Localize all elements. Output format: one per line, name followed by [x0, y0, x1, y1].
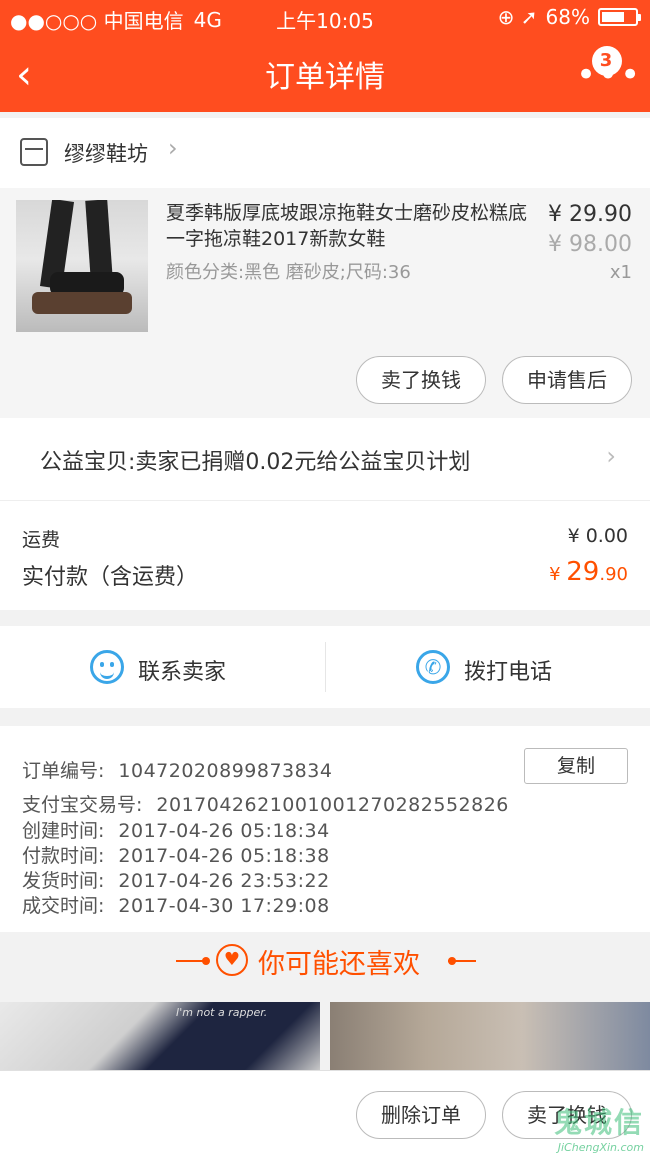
order-number-value: 1047202089987383​4 — [118, 760, 333, 782]
shirt-text: I'm not a rapper. — [176, 1006, 268, 1019]
paid-integer: 29 — [566, 557, 600, 587]
after-sale-button[interactable]: 申请售后 — [502, 356, 632, 404]
paid-currency: ¥ — [549, 564, 567, 585]
contact-seller-button[interactable]: 联系卖家 — [0, 626, 325, 708]
paid-decimal: .90 — [599, 564, 628, 585]
product-original-price: ¥ 98.00 — [548, 232, 632, 257]
contact-bar: 联系卖家 ✆ 拨打电话 — [0, 626, 650, 708]
order-number-row: 订单编号: 1047202089987383​4 — [22, 756, 332, 783]
more-menu-icon[interactable]: ••• 3 — [576, 46, 640, 100]
product-sku: 颜色分类:黑色 磨砂皮;尺码:36 — [166, 262, 411, 283]
shop-header[interactable]: 缪缪鞋坊 › — [0, 118, 650, 188]
delete-order-button[interactable]: 删除订单 — [356, 1091, 486, 1139]
paid-time-row: 付款时间: 2017-04-26 05:18:38 — [22, 841, 330, 868]
contact-seller-label: 联系卖家 — [138, 660, 227, 685]
alipay-label: 支付宝交易号: — [22, 794, 143, 816]
copy-button[interactable]: 复制 — [524, 748, 628, 784]
nav-bar: ‹ 订单详情 ••• 3 — [0, 40, 650, 110]
shipped-value: 2017-04-26 23:53:22 — [118, 870, 330, 892]
product-quantity: x1 — [609, 262, 632, 283]
paid-amount: ¥ 29.90 — [549, 557, 628, 587]
shipped-row: 发货时间: 2017-04-26 23:53:22 — [22, 866, 330, 893]
recommend-header: ♥ 你可能还喜欢 — [0, 932, 650, 1002]
battery-icon — [598, 8, 641, 26]
created-row: 创建时间: 2017-04-26 05:18:34 — [22, 816, 330, 843]
paid-time-value: 2017-04-26 05:18:38 — [118, 845, 330, 867]
recommend-title: 你可能还喜欢 — [258, 949, 420, 980]
shipping-label: 运费 — [22, 529, 61, 551]
product-image[interactable] — [16, 200, 148, 332]
charity-text: 公益宝贝:卖家已捐赠0.02元给公益宝贝计划 — [40, 450, 471, 475]
alipay-value: 20170426210010012702825528​26 — [156, 794, 509, 816]
phone-icon: ✆ — [416, 650, 450, 684]
call-phone-label: 拨打电话 — [464, 660, 553, 685]
shipped-label: 发货时间: — [22, 870, 105, 892]
recommend-grid: I'm not a rapper. — [0, 1002, 650, 1072]
page-title: 订单详情 — [265, 60, 385, 95]
product-card[interactable]: 夏季韩版厚底坡跟凉拖鞋女士磨砂皮松糕底一字拖凉鞋2017新款女鞋 颜色分类:黑色… — [0, 188, 650, 418]
fee-summary: 运费 ¥ 0.00 实付款（含运费） ¥ 29.90 — [0, 500, 650, 610]
decor-line-left — [176, 960, 204, 962]
status-bar: ●●○○○ 中国电信 4G 上午10:05 ⊕ ➚ 68% — [0, 0, 650, 36]
completed-label: 成交时间: — [22, 895, 105, 917]
alipay-row: 支付宝交易号: 20170426210010012702825528​26 — [22, 790, 509, 817]
decor-line-right — [448, 960, 476, 962]
order-number-label: 订单编号: — [22, 760, 105, 782]
battery-percent: 68% — [545, 5, 590, 29]
watermark-sub: JiChengXin.com — [557, 1141, 644, 1154]
created-label: 创建时间: — [22, 820, 105, 842]
watermark-main: 鬼城信 — [553, 1106, 644, 1139]
status-icons: ⊕ ➚ — [497, 5, 538, 29]
chevron-right-icon: › — [606, 442, 616, 470]
created-value: 2017-04-26 05:18:34 — [118, 820, 330, 842]
bottom-action-bar: 删除订单 卖了换钱 鬼城信 JiChengXin.com — [0, 1070, 650, 1156]
charity-row[interactable]: 公益宝贝:卖家已捐赠0.02元给公益宝贝计划 › — [0, 418, 650, 500]
recommend-item-image[interactable] — [330, 1002, 650, 1072]
completed-row: 成交时间: 2017-04-30 17:29:08 — [22, 891, 330, 918]
chat-face-icon — [90, 650, 124, 684]
product-price: ¥ 29.90 — [548, 202, 632, 227]
heart-icon: ♥ — [216, 944, 248, 976]
watermark: 鬼城信 JiChengXin.com — [554, 1101, 644, 1154]
paid-time-label: 付款时间: — [22, 845, 105, 867]
sell-for-cash-button[interactable]: 卖了换钱 — [356, 356, 486, 404]
status-right: ⊕ ➚ 68% — [497, 5, 641, 29]
decor-dot-left — [202, 957, 210, 965]
store-icon — [20, 138, 48, 166]
shipping-value: ¥ 0.00 — [567, 525, 628, 547]
shop-name: 缪缪鞋坊 — [64, 142, 148, 166]
completed-value: 2017-04-30 17:29:08 — [118, 895, 330, 917]
call-phone-button[interactable]: ✆ 拨打电话 — [325, 642, 650, 692]
chevron-right-icon: › — [168, 134, 178, 162]
order-info: 订单编号: 1047202089987383​4 复制 支付宝交易号: 201704… — [0, 726, 650, 932]
top-bar: ●●○○○ 中国电信 4G 上午10:05 ⊕ ➚ 68% ‹ 订单详情 •••… — [0, 0, 650, 112]
message-badge: 3 — [592, 46, 622, 76]
product-title: 夏季韩版厚底坡跟凉拖鞋女士磨砂皮松糕底一字拖凉鞋2017新款女鞋 — [166, 202, 528, 250]
recommend-item-image[interactable]: I'm not a rapper. — [0, 1002, 320, 1072]
paid-label: 实付款（含运费） — [22, 565, 199, 590]
